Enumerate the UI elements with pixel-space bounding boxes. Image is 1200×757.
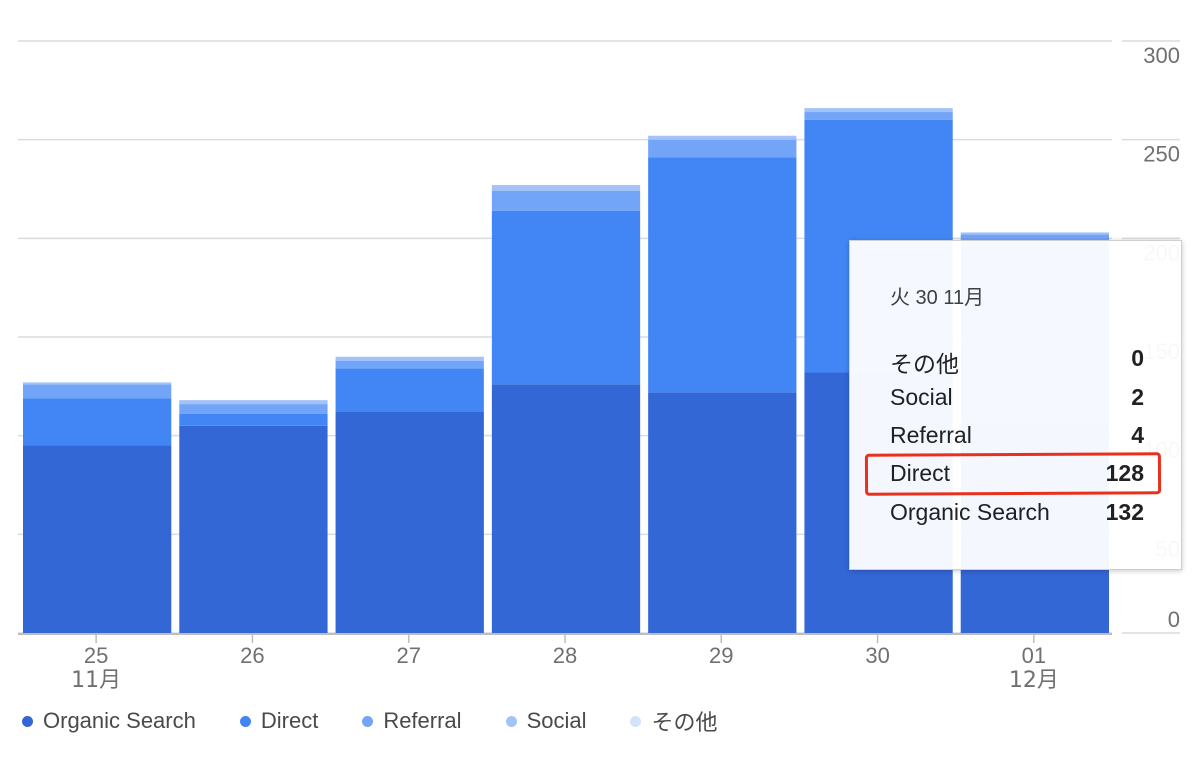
x-tick-label: 01 xyxy=(1022,643,1046,668)
x-tick-label: 30 xyxy=(865,643,889,668)
x-month-label: 11月 xyxy=(71,668,121,693)
tooltip-date: 火 30 11月 xyxy=(890,287,985,309)
bar-segment xyxy=(804,108,953,113)
bar-segment xyxy=(179,413,328,426)
legend-dot-direct xyxy=(239,715,251,727)
bar-segment xyxy=(23,445,172,633)
bar-segment xyxy=(648,392,797,633)
tooltip-row-value: 0 xyxy=(1131,345,1144,371)
tooltip-row-social: Social 2 xyxy=(890,384,1144,411)
chart-legend: Organic Search Direct Referral Social その… xyxy=(22,706,762,736)
tooltip-row-label: その他 xyxy=(890,351,959,377)
bar-segment xyxy=(335,368,484,412)
tooltip-row-organic-search: Organic Search 132 xyxy=(890,499,1144,526)
bar-segment xyxy=(491,384,641,633)
bar-segment xyxy=(179,400,328,405)
legend-label: Organic Search xyxy=(43,708,196,733)
legend-label: Direct xyxy=(260,708,319,733)
bar-segment xyxy=(335,360,484,369)
y-tick-label: 250 xyxy=(1143,142,1180,167)
legend-item-other[interactable]: その他 xyxy=(630,705,718,737)
highlight-annotation xyxy=(864,452,1162,496)
bar-segment xyxy=(804,112,953,120)
legend-dot-social xyxy=(505,715,517,727)
bar-segment xyxy=(23,384,172,399)
bar-segment xyxy=(179,404,328,414)
legend-label: その他 xyxy=(651,710,718,735)
legend-dot-other xyxy=(630,715,642,727)
x-tick-label: 28 xyxy=(553,643,577,668)
bar-segment xyxy=(648,157,797,393)
bar-segment xyxy=(335,356,484,361)
bar-segment xyxy=(179,425,328,633)
tooltip-row-referral: Referral 4 xyxy=(890,422,1144,449)
bar-segment xyxy=(491,190,641,211)
x-month-label: 12月 xyxy=(1009,668,1059,693)
tooltip-row-value: 2 xyxy=(1131,384,1144,410)
tooltip-row-label: Organic Search xyxy=(890,499,1050,525)
legend-item-social[interactable]: Social xyxy=(505,708,587,734)
legend-dot-referral xyxy=(362,715,374,727)
bar-segment xyxy=(491,210,641,385)
legend-dot-organic-search xyxy=(22,715,33,727)
bar-segment xyxy=(491,185,641,191)
bar-segment xyxy=(648,135,797,140)
tooltip-row-value: 4 xyxy=(1131,422,1144,448)
legend-item-referral[interactable]: Referral xyxy=(362,708,462,734)
bar-segment xyxy=(960,232,1109,235)
chart-tooltip: 火 30 11月 その他 0 Social 2 Referral 4 Direc… xyxy=(849,240,1182,570)
legend-label: Referral xyxy=(383,708,462,733)
x-tick-label: 26 xyxy=(240,643,264,668)
tooltip-row-label: Referral xyxy=(890,422,972,448)
x-tick-label: 27 xyxy=(396,643,420,668)
legend-item-direct[interactable]: Direct xyxy=(239,708,319,734)
tooltip-row-value: 132 xyxy=(1105,499,1144,525)
legend-label: Social xyxy=(526,708,587,733)
x-tick-label: 29 xyxy=(709,643,733,668)
legend-item-organic-search[interactable]: Organic Search xyxy=(22,708,196,734)
x-tick-label: 25 xyxy=(84,643,108,668)
bar-segment xyxy=(335,411,484,633)
tooltip-row-label: Social xyxy=(890,384,953,410)
y-tick-label: 300 xyxy=(1143,43,1180,68)
bar-segment xyxy=(23,382,172,385)
tooltip-row-other: その他 0 xyxy=(890,345,1144,379)
y-tick-label: 0 xyxy=(1168,607,1180,632)
bar-segment xyxy=(23,398,172,446)
bar-segment xyxy=(648,139,797,158)
